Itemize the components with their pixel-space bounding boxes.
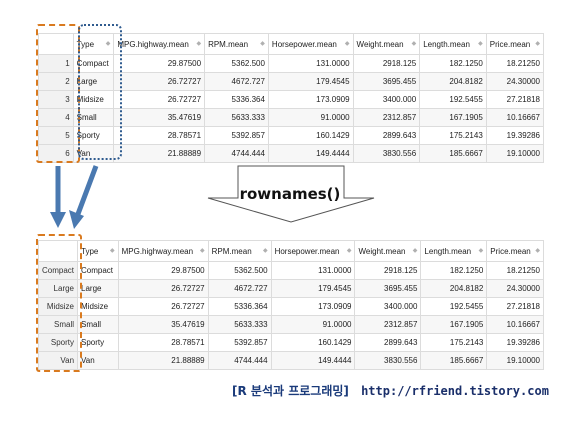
cell-price: 19.10000 xyxy=(486,351,544,370)
cell-type: Van xyxy=(77,351,119,370)
cell-rpm: 4744.444 xyxy=(207,351,272,370)
table-row: Midsize Midsize 26.72727 5336.364 173.09… xyxy=(37,297,544,316)
table-row: Van Van 21.88889 4744.444 149.4444 3830.… xyxy=(37,351,544,370)
cell-horsepower: 179.4545 xyxy=(270,279,356,298)
column-header-horsepower[interactable]: Horsepower.mean ◆ xyxy=(270,240,356,262)
cell-type: Large xyxy=(77,279,119,298)
table-header-row: Type ◆ MPG.highway.mean ◆ RPM.mean ◆ Horsep… xyxy=(37,240,544,262)
cell-price: 24.30000 xyxy=(486,279,544,298)
cell-length: 167.1905 xyxy=(420,315,488,334)
cell-mpg: 21.88889 xyxy=(117,351,209,370)
sort-icon: ◆ xyxy=(412,247,418,254)
cell-horsepower: 91.0000 xyxy=(270,315,356,334)
cell-price: 19.39286 xyxy=(486,333,544,352)
cell-price: 27.21818 xyxy=(486,297,544,316)
cell-weight: 3695.455 xyxy=(354,279,422,298)
cell-horsepower: 131.0000 xyxy=(270,261,356,280)
blog-name: [R 분석과 프로그래밍] xyxy=(232,384,349,398)
cell-mpg: 35.47619 xyxy=(117,315,209,334)
cell-type: Small xyxy=(77,315,119,334)
cell-price: 18.21250 xyxy=(486,261,544,280)
column-header-mpg[interactable]: MPG.highway.mean ◆ xyxy=(117,240,209,262)
data-table-after: Type ◆ MPG.highway.mean ◆ RPM.mean ◆ Horsep… xyxy=(37,240,544,370)
cell-length: 175.2143 xyxy=(420,333,488,352)
function-label: rownames() xyxy=(239,185,341,203)
cell-mpg: 29.87500 xyxy=(117,261,209,280)
column-header-price[interactable]: Price.mean ◆ xyxy=(486,240,544,262)
cell-rpm: 5392.857 xyxy=(207,333,272,352)
table-row: Small Small 35.47619 5633.333 91.0000 23… xyxy=(37,315,544,334)
table-row: Compact Compact 29.87500 5362.500 131.00… xyxy=(37,261,544,280)
row-names-highlight xyxy=(36,234,82,372)
cell-rpm: 5336.364 xyxy=(207,297,272,316)
column-header-length[interactable]: Length.mean ◆ xyxy=(420,240,488,262)
sort-icon: ◆ xyxy=(262,247,268,254)
cell-weight: 2918.125 xyxy=(354,261,422,280)
column-header-type[interactable]: Type ◆ xyxy=(77,240,119,262)
cell-weight: 2899.643 xyxy=(354,333,422,352)
cell-length: 204.8182 xyxy=(420,279,488,298)
cell-weight: 3830.556 xyxy=(354,351,422,370)
cell-weight: 2312.857 xyxy=(354,315,422,334)
arrow-diagonal-icon xyxy=(69,165,99,229)
footer-credit: [R 분석과 프로그래밍] http://rfriend.tistory.com xyxy=(232,382,549,399)
cell-weight: 3400.000 xyxy=(354,297,422,316)
sort-icon: ◆ xyxy=(478,247,484,254)
table-row: Large Large 26.72727 4672.727 179.4545 3… xyxy=(37,279,544,298)
cell-length: 185.6667 xyxy=(420,351,488,370)
sort-icon: ◆ xyxy=(346,247,352,254)
cell-price: 10.16667 xyxy=(486,315,544,334)
cell-horsepower: 149.4444 xyxy=(270,351,356,370)
cell-mpg: 26.72727 xyxy=(117,279,209,298)
cell-length: 182.1250 xyxy=(420,261,488,280)
column-header-weight[interactable]: Weight.mean ◆ xyxy=(354,240,422,262)
sort-icon: ◆ xyxy=(200,247,205,254)
table-row: Sporty Sporty 28.78571 5392.857 160.1429… xyxy=(37,333,544,352)
sort-icon: ◆ xyxy=(535,247,540,254)
blog-url[interactable]: http://rfriend.tistory.com xyxy=(361,384,549,398)
cell-rpm: 5362.500 xyxy=(207,261,272,280)
cell-mpg: 28.78571 xyxy=(117,333,209,352)
column-header-rpm[interactable]: RPM.mean ◆ xyxy=(207,240,272,262)
cell-length: 192.5455 xyxy=(420,297,488,316)
cell-type: Sporty xyxy=(77,333,119,352)
sort-icon: ◆ xyxy=(109,247,115,254)
cell-rpm: 4672.727 xyxy=(207,279,272,298)
cell-type: Midsize xyxy=(77,297,119,316)
cell-horsepower: 173.0909 xyxy=(270,297,356,316)
arrow-straight-icon xyxy=(50,166,66,228)
cell-horsepower: 160.1429 xyxy=(270,333,356,352)
cell-type: Compact xyxy=(77,261,119,280)
cell-mpg: 26.72727 xyxy=(117,297,209,316)
cell-rpm: 5633.333 xyxy=(207,315,272,334)
